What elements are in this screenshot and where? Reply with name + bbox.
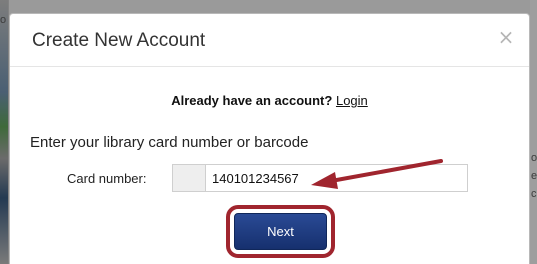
card-instruction: Enter your library card number or barcod… bbox=[30, 134, 309, 151]
modal-title: Create New Account bbox=[32, 30, 206, 51]
existing-account-prompt: Already have an account? Login bbox=[10, 93, 529, 109]
login-link[interactable]: Login bbox=[336, 93, 368, 108]
background-text-fragment: cc bbox=[531, 188, 537, 200]
create-account-modal: Create New Account × Already have an acc… bbox=[9, 13, 530, 264]
background-right-strip bbox=[530, 0, 537, 264]
background-left-strip bbox=[0, 0, 8, 264]
close-icon[interactable]: × bbox=[496, 27, 516, 47]
background-text-fragment: o bbox=[0, 14, 7, 26]
card-input-addon bbox=[172, 164, 205, 192]
red-arrow-annotation-icon bbox=[311, 159, 443, 189]
next-button[interactable]: Next bbox=[234, 213, 327, 250]
background-text-fragment: es bbox=[531, 170, 537, 182]
modal-header: Create New Account × bbox=[10, 14, 529, 67]
background-text-fragment: o bbox=[531, 152, 537, 164]
existing-account-text: Already have an account? bbox=[171, 93, 333, 108]
card-number-label: Card number: bbox=[67, 171, 147, 186]
